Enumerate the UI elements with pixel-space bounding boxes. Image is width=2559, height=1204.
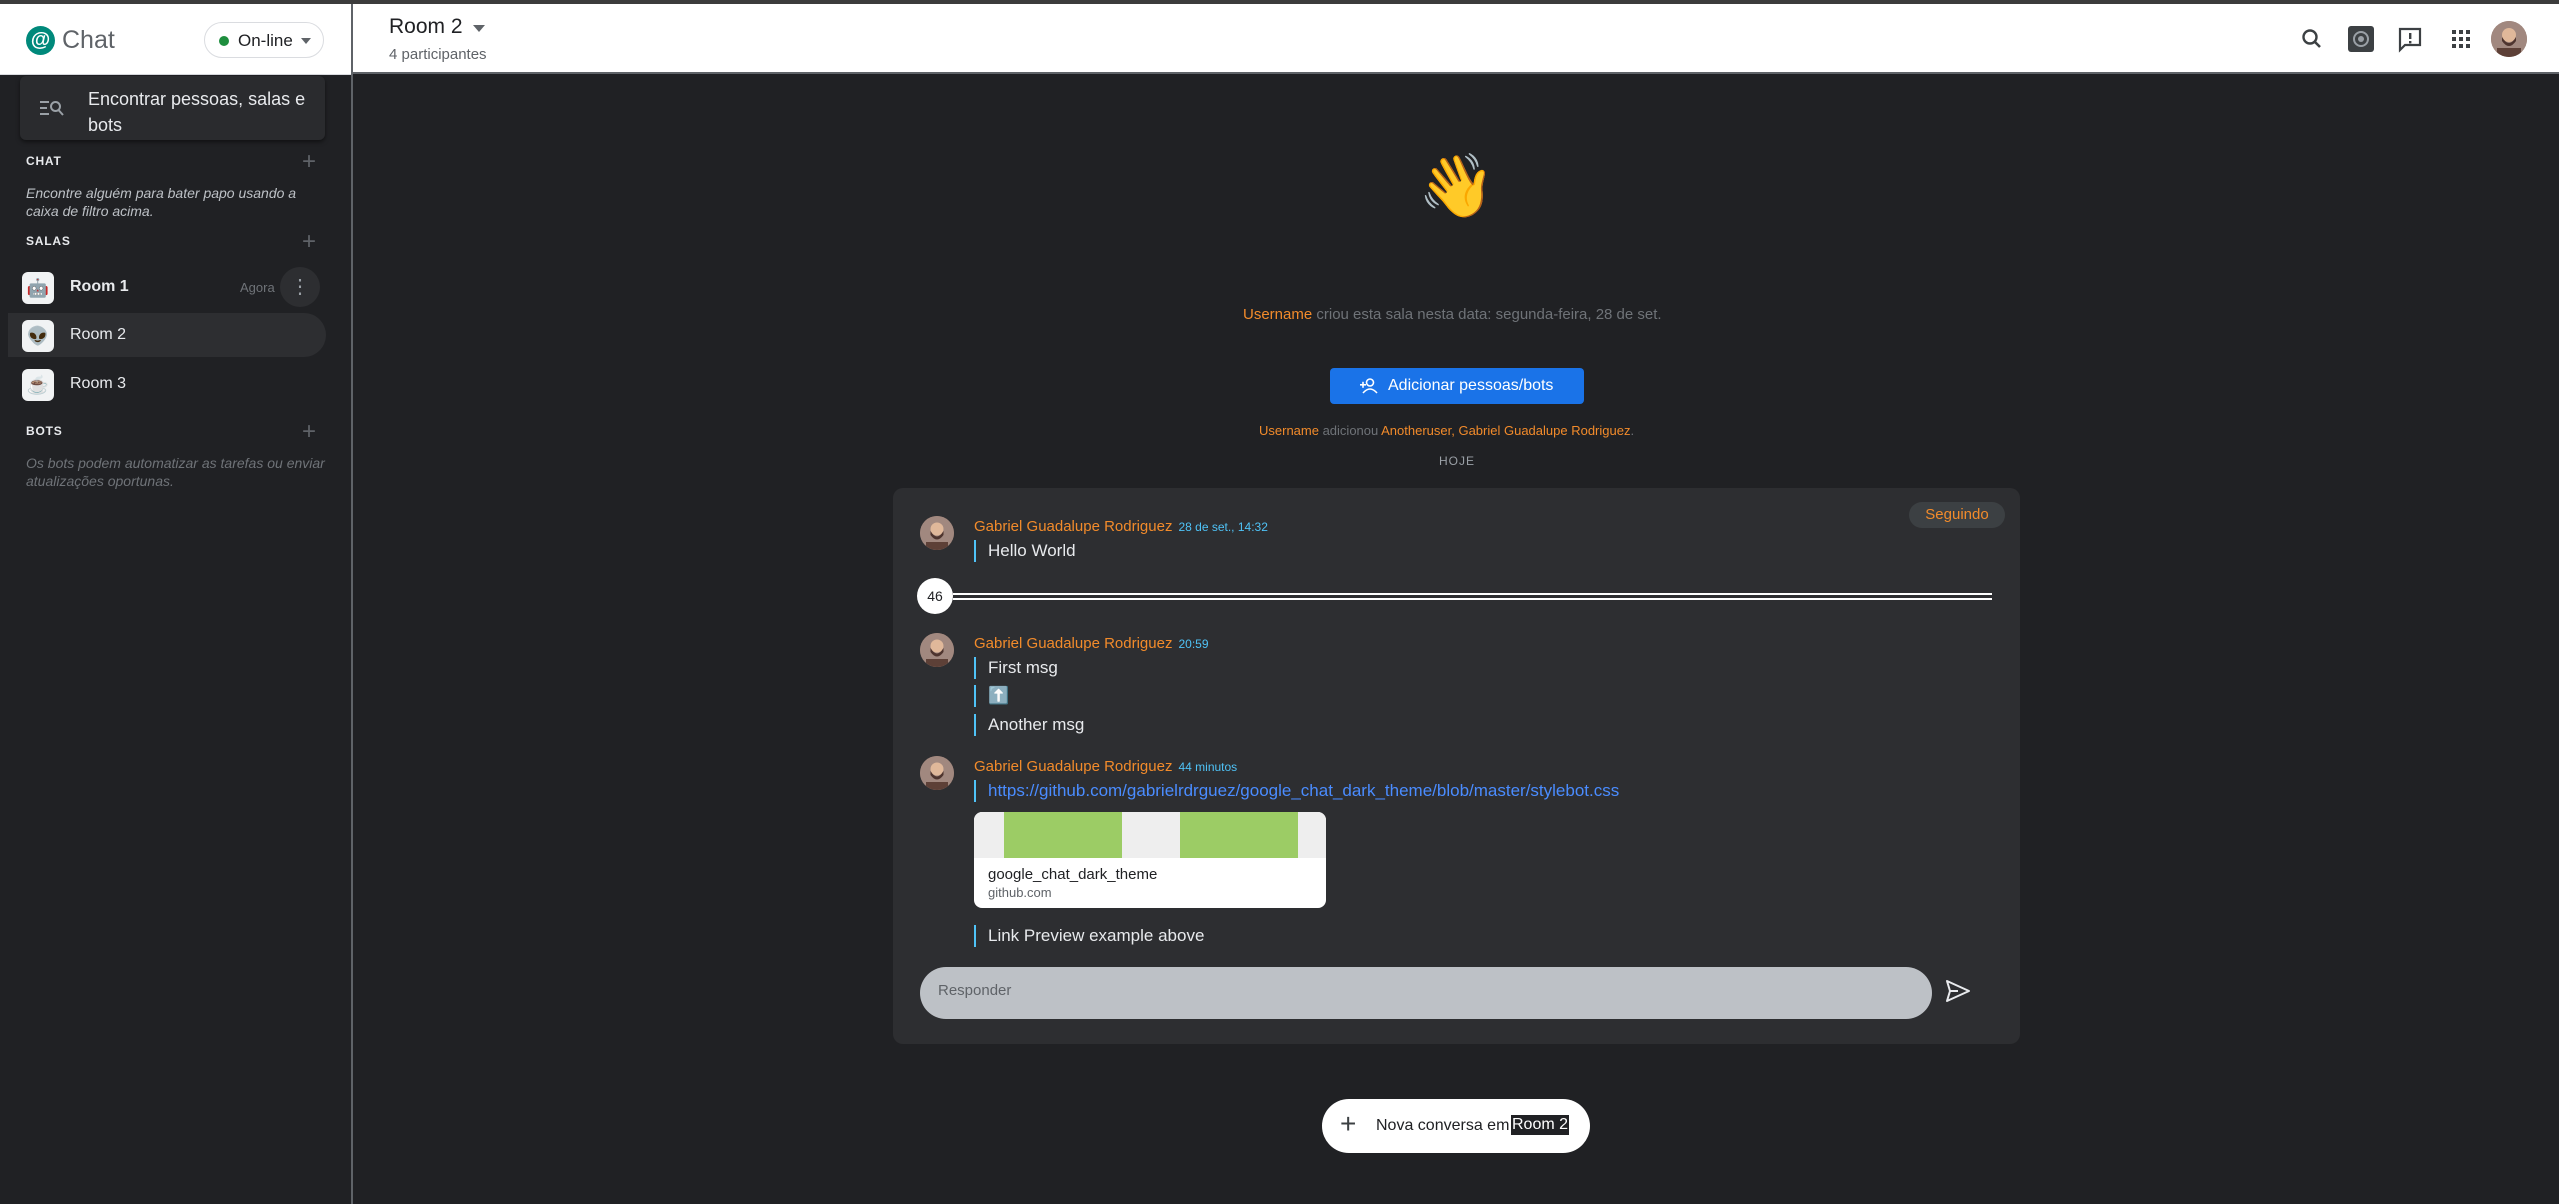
message-text: Link Preview example above	[974, 925, 1204, 947]
author-avatar[interactable]	[920, 516, 954, 550]
preview-image-part	[1004, 812, 1122, 858]
preview-image-part	[1298, 812, 1326, 858]
message-thread: Seguindo Gabriel Guadalupe Rodriguez 28 d…	[893, 488, 2020, 1044]
apps-grid-icon[interactable]	[2446, 24, 2476, 54]
plus-icon: +	[1340, 1108, 1357, 1139]
extension-settings-icon[interactable]	[2346, 24, 2376, 54]
author-name[interactable]: Gabriel Guadalupe Rodriguez	[974, 758, 1172, 775]
find-people-search[interactable]: Encontrar pessoas, salas e bots	[20, 76, 325, 140]
status-dropdown[interactable]: On-line	[204, 22, 324, 58]
message-time[interactable]: 28 de set., 14:32	[1178, 520, 1267, 534]
created-text: criou esta sala nesta data: segunda-feir…	[1312, 306, 1662, 323]
message-author: Gabriel Guadalupe Rodriguez 20:59	[974, 635, 1209, 652]
reply-placeholder: Responder	[938, 982, 1012, 999]
reply-input[interactable]: Responder	[920, 967, 1932, 1019]
sidebar: @ Chat On-line Encontrar pessoas, salas …	[0, 4, 353, 1204]
user-photo-icon	[920, 516, 954, 550]
alien-icon: 👽	[22, 320, 54, 352]
waving-hand-icon: 👋	[1418, 152, 1496, 221]
message-text: Hello World	[974, 540, 1076, 562]
app-name: Chat	[62, 26, 115, 54]
adder-name[interactable]: Username	[1259, 423, 1319, 438]
room-menu-caret-icon[interactable]	[473, 25, 485, 32]
message-link[interactable]: https://github.com/gabrielrdrguez/google…	[974, 780, 1619, 802]
online-dot-icon	[219, 36, 229, 46]
more-vert-icon[interactable]: ⋮	[280, 267, 320, 307]
message-emoji: ⬆️	[974, 685, 1009, 707]
new-conversation-label: Nova conversa em	[1376, 1117, 1510, 1134]
user-photo-icon	[920, 756, 954, 790]
user-photo-icon	[2491, 21, 2527, 57]
room-time: Agora	[240, 280, 275, 295]
search-placeholder: Encontrar pessoas, salas e bots	[88, 89, 306, 135]
divider-line	[953, 593, 1992, 595]
add-bot-plus-icon[interactable]: +	[300, 420, 318, 444]
room-created-notice: Username criou esta sala nesta data: seg…	[1243, 306, 1662, 323]
divider-line	[953, 598, 1992, 600]
send-icon[interactable]	[1945, 979, 1971, 1003]
person-add-icon	[1360, 378, 1378, 394]
preview-image-part	[1180, 812, 1298, 858]
new-conversation-button[interactable]: + Nova conversa em Room 2	[1322, 1099, 1590, 1153]
user-photo-icon	[920, 633, 954, 667]
author-avatar[interactable]	[920, 633, 954, 667]
preview-domain: github.com	[988, 885, 1052, 900]
unread-divider: 46	[917, 578, 1992, 618]
added-names[interactable]: Anotheruser, Gabriel Guadalupe Rodriguez	[1381, 423, 1630, 438]
chat-section-label: CHAT	[26, 154, 62, 168]
message-author: Gabriel Guadalupe Rodriguez 28 de set., 1…	[974, 518, 1268, 535]
sidebar-room-2[interactable]: 👽 Room 2	[8, 313, 326, 357]
date-separator: HOJE	[1439, 454, 1476, 468]
filter-search-icon	[40, 101, 64, 116]
participants-count[interactable]: 4 participantes	[389, 46, 487, 63]
bots-section-label: BOTS	[26, 424, 63, 438]
add-people-bots-button[interactable]: Adicionar pessoas/bots	[1330, 368, 1584, 404]
room-name: Room 1	[70, 278, 129, 295]
status-label: On-line	[238, 31, 293, 50]
chat-logo-icon[interactable]: @	[26, 26, 55, 55]
robot-icon: 🤖	[22, 272, 54, 304]
added-trail: .	[1630, 423, 1635, 438]
bots-hint: Os bots podem automatizar as tarefas ou …	[26, 455, 325, 489]
account-avatar[interactable]	[2491, 21, 2527, 57]
room-header: Room 2 4 participantes	[353, 4, 2559, 74]
message-time[interactable]: 44 minutos	[1178, 760, 1237, 774]
message-author: Gabriel Guadalupe Rodriguez 44 minutos	[974, 758, 1237, 775]
search-icon[interactable]	[2297, 24, 2327, 54]
feedback-icon[interactable]	[2395, 24, 2425, 54]
add-button-label: Adicionar pessoas/bots	[1388, 377, 1554, 394]
added-verb: adicionou	[1318, 423, 1382, 438]
room-name: Room 3	[70, 375, 127, 392]
new-conversation-room: Room 2	[1511, 1115, 1570, 1135]
creator-name[interactable]: Username	[1243, 306, 1312, 323]
author-name[interactable]: Gabriel Guadalupe Rodriguez	[974, 635, 1172, 652]
coffee-icon: ☕	[22, 369, 54, 401]
preview-image-part	[1122, 812, 1180, 858]
chat-hint: Encontre alguém para bater papo usando a…	[26, 185, 297, 219]
sidebar-room-3[interactable]: ☕ Room 3	[8, 362, 326, 406]
message-text: First msg	[974, 657, 1058, 679]
following-button[interactable]: Seguindo	[1909, 502, 2005, 528]
preview-title: google_chat_dark_theme	[988, 866, 1158, 883]
message-time[interactable]: 20:59	[1178, 637, 1208, 651]
room-title[interactable]: Room 2	[389, 15, 463, 39]
rooms-section-label: SALAS	[26, 234, 71, 248]
members-added-notice: Username adicionou Anotheruser, Gabriel …	[1259, 423, 1634, 438]
room-name: Room 2	[70, 326, 127, 343]
preview-image-part	[974, 812, 1004, 858]
unread-count-badge[interactable]: 46	[917, 578, 953, 614]
author-name[interactable]: Gabriel Guadalupe Rodriguez	[974, 518, 1172, 535]
add-room-plus-icon[interactable]: +	[300, 230, 318, 254]
brand-bar: @ Chat On-line	[0, 4, 351, 75]
message-text: Another msg	[974, 714, 1084, 736]
sidebar-room-1[interactable]: 🤖 Room 1 Agora ⋮	[8, 265, 326, 309]
link-preview-card[interactable]: google_chat_dark_theme github.com	[974, 812, 1326, 908]
caret-down-icon	[301, 38, 311, 44]
author-avatar[interactable]	[920, 756, 954, 790]
add-chat-plus-icon[interactable]: +	[300, 150, 318, 174]
